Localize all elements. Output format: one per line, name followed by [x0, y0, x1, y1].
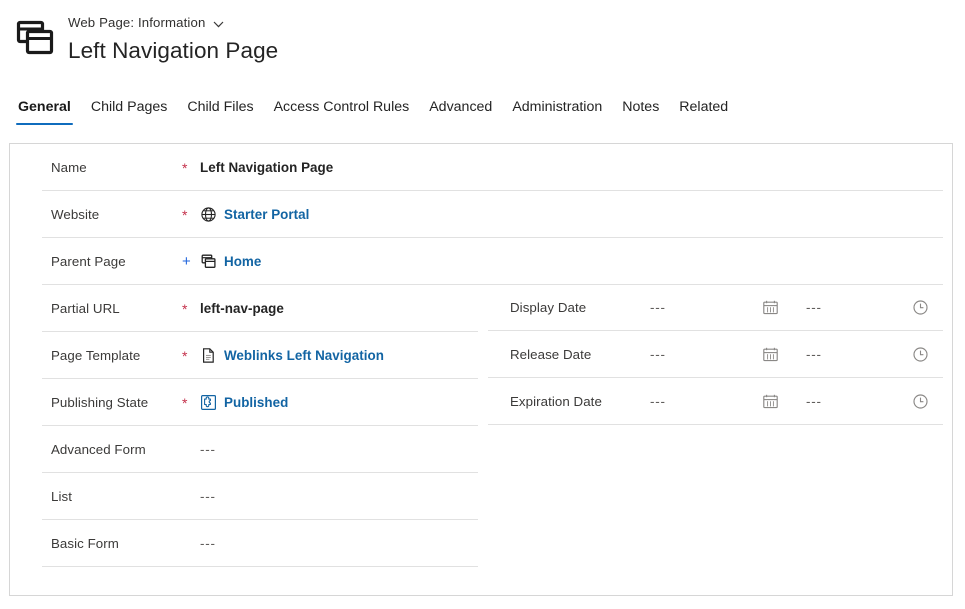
field-label-advanced-form: Advanced Form: [51, 441, 146, 457]
marker-advanced-form: [182, 449, 200, 450]
expiration-time-clock-button[interactable]: [912, 393, 952, 410]
globe-icon: [200, 206, 217, 223]
marker-list: [182, 496, 200, 497]
field-empty-list: ---: [200, 488, 216, 504]
breadcrumb-label: Web Page: Information: [68, 15, 206, 30]
field-link-website[interactable]: Starter Portal: [224, 206, 309, 224]
release-date-value: ---: [650, 347, 666, 362]
field-row-advanced-form: Advanced Form ---: [32, 426, 488, 473]
field-label-expiration-date: Expiration Date: [510, 393, 602, 409]
recommended-marker-parent-page: +: [182, 253, 191, 270]
field-value-basic-form[interactable]: ---: [200, 535, 216, 553]
required-marker-name: *: [182, 160, 188, 176]
tab-child-pages[interactable]: Child Pages: [81, 96, 178, 127]
field-value-expiration-date[interactable]: ---: [650, 394, 762, 409]
tab-advanced[interactable]: Advanced: [419, 96, 502, 127]
field-label-publishing-state: Publishing State: [51, 394, 149, 410]
field-value-release-time[interactable]: ---: [806, 347, 912, 362]
field-value-parent-page[interactable]: Home: [200, 253, 261, 271]
required-marker-partial-url: *: [182, 301, 188, 317]
field-row-display-date: Display Date --- ---: [488, 284, 954, 331]
release-time-clock-button[interactable]: [912, 346, 952, 363]
field-row-page-template: Page Template * Weblinks Left Navigation: [32, 332, 488, 379]
document-icon: [200, 347, 217, 364]
field-text-name: Left Navigation Page: [200, 159, 334, 175]
field-label-display-date: Display Date: [510, 299, 587, 315]
breadcrumb[interactable]: Web Page: Information: [68, 14, 278, 32]
web-page-information-form: Web Page: Information Left Navigation Pa…: [0, 0, 965, 609]
display-date-value: ---: [650, 300, 666, 315]
form-card: Name * Left Navigation Page Website * St…: [9, 143, 953, 596]
field-label-page-template: Page Template: [51, 347, 141, 363]
release-date-calendar-button[interactable]: [762, 346, 806, 363]
field-row-parent-page: Parent Page + Home: [32, 238, 943, 285]
field-row-expiration-date: Expiration Date --- ---: [488, 378, 954, 425]
expiration-date-value: ---: [650, 394, 666, 409]
form-right-column: Display Date --- --- Release Date --- --…: [488, 284, 954, 425]
field-value-display-date[interactable]: ---: [650, 300, 762, 315]
field-value-list[interactable]: ---: [200, 488, 216, 506]
required-marker-website: *: [182, 207, 188, 223]
calendar-icon: [762, 299, 779, 316]
field-value-publishing-state[interactable]: Published: [200, 394, 288, 412]
web-page-stacked-icon: [12, 16, 58, 62]
page-title: Left Navigation Page: [68, 38, 279, 63]
field-label-parent-page: Parent Page: [51, 253, 126, 269]
field-row-release-date: Release Date --- ---: [488, 331, 954, 378]
clock-icon: [912, 393, 929, 410]
field-label-partial-url: Partial URL: [51, 300, 120, 316]
marker-basic-form: [182, 543, 200, 544]
field-row-basic-form: Basic Form ---: [32, 520, 488, 567]
field-value-name[interactable]: Left Navigation Page: [200, 159, 333, 177]
field-value-advanced-form[interactable]: ---: [200, 441, 216, 459]
field-value-website[interactable]: Starter Portal: [200, 206, 309, 224]
field-row-website: Website * Starter Portal: [32, 191, 943, 238]
required-marker-publishing-state: *: [182, 395, 188, 411]
display-date-calendar-button[interactable]: [762, 299, 806, 316]
field-value-expiration-time[interactable]: ---: [806, 394, 912, 409]
tab-notes[interactable]: Notes: [612, 96, 669, 127]
calendar-icon: [762, 346, 779, 363]
clock-icon: [912, 299, 929, 316]
field-label-name: Name: [51, 159, 87, 175]
release-time-value: ---: [806, 347, 822, 362]
field-row-list: List ---: [32, 473, 488, 520]
field-empty-advanced-form: ---: [200, 441, 216, 457]
tab-bar: General Child Pages Child Files Access C…: [0, 96, 965, 129]
display-time-value: ---: [806, 300, 822, 315]
required-marker-page-template: *: [182, 348, 188, 364]
page-header: Web Page: Information Left Navigation Pa…: [0, 0, 965, 88]
chevron-down-icon[interactable]: [212, 18, 225, 31]
field-text-partial-url: left-nav-page: [200, 300, 284, 316]
tab-related[interactable]: Related: [669, 96, 738, 127]
field-value-release-date[interactable]: ---: [650, 347, 762, 362]
expiration-time-value: ---: [806, 394, 822, 409]
calendar-icon: [762, 393, 779, 410]
field-row-partial-url: Partial URL * left-nav-page: [32, 285, 488, 332]
puzzle-piece-icon: [200, 394, 217, 411]
field-link-parent-page[interactable]: Home: [224, 253, 261, 271]
display-time-clock-button[interactable]: [912, 299, 952, 316]
clock-icon: [912, 346, 929, 363]
field-link-page-template[interactable]: Weblinks Left Navigation: [224, 347, 384, 365]
tab-child-files[interactable]: Child Files: [177, 96, 263, 127]
field-value-display-time[interactable]: ---: [806, 300, 912, 315]
field-link-publishing-state[interactable]: Published: [224, 394, 288, 412]
field-row-name: Name * Left Navigation Page: [32, 144, 943, 191]
field-value-page-template[interactable]: Weblinks Left Navigation: [200, 347, 384, 365]
field-label-release-date: Release Date: [510, 346, 592, 362]
field-label-list: List: [51, 488, 72, 504]
field-empty-basic-form: ---: [200, 535, 216, 551]
expiration-date-calendar-button[interactable]: [762, 393, 806, 410]
field-value-partial-url[interactable]: left-nav-page: [200, 300, 284, 318]
pages-stacked-icon: [200, 253, 217, 270]
field-label-website: Website: [51, 206, 100, 222]
tab-general[interactable]: General: [8, 96, 81, 127]
form-left-column: Name * Left Navigation Page Website * St…: [10, 144, 943, 567]
tab-access-control-rules[interactable]: Access Control Rules: [264, 96, 420, 127]
field-row-publishing-state: Publishing State * Published: [32, 379, 488, 426]
tab-administration[interactable]: Administration: [502, 96, 612, 127]
header-text-block: Web Page: Information Left Navigation Pa…: [68, 13, 278, 66]
field-label-basic-form: Basic Form: [51, 535, 119, 551]
